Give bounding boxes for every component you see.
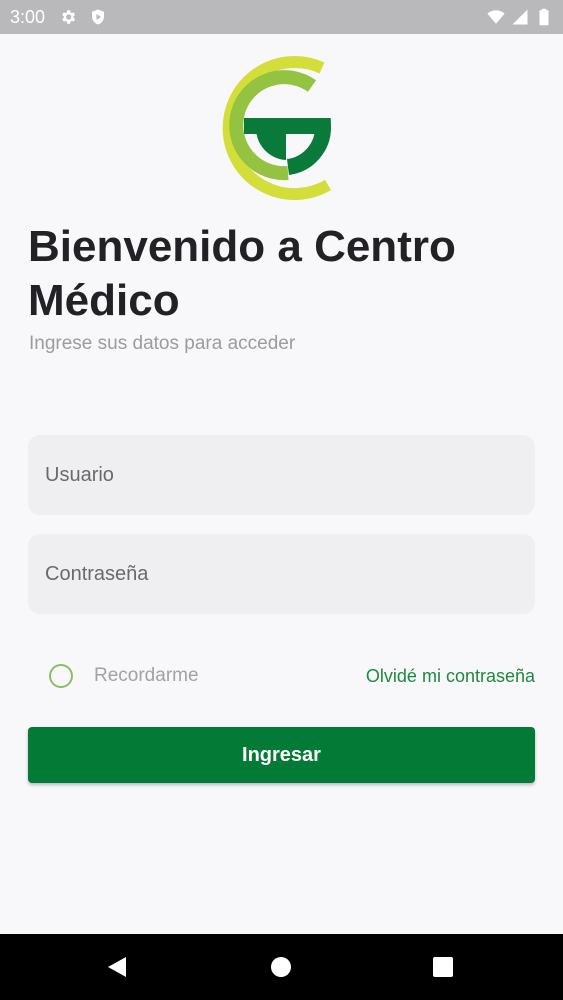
navigation-bar <box>0 934 563 1000</box>
status-right-icons <box>487 8 553 26</box>
username-input[interactable] <box>45 463 535 487</box>
gear-icon <box>59 8 77 26</box>
wifi-icon <box>487 8 505 26</box>
remember-radio[interactable] <box>49 664 73 688</box>
back-icon[interactable] <box>104 954 130 980</box>
status-bar: 3:00 <box>0 0 563 34</box>
welcome-title: Bienvenido a Centro Médico <box>28 222 456 325</box>
username-field[interactable] <box>28 435 535 515</box>
shield-icon <box>89 8 107 26</box>
password-input[interactable] <box>45 562 535 586</box>
status-left-icons <box>59 8 107 26</box>
home-icon[interactable] <box>268 954 294 980</box>
status-time: 3:00 <box>10 6 46 27</box>
battery-icon <box>535 8 553 26</box>
centro-medico-logo <box>208 52 332 200</box>
recents-icon[interactable] <box>430 954 456 980</box>
password-field[interactable] <box>28 534 535 614</box>
welcome-subtitle: Ingrese sus datos para acceder <box>29 333 296 354</box>
forgot-password-link[interactable]: Olvidé mi contraseña <box>366 666 535 687</box>
remember-label[interactable]: Recordarme <box>94 665 199 687</box>
login-button[interactable]: Ingresar <box>28 727 535 783</box>
signal-icon <box>511 8 529 26</box>
remember-row: Recordarme Olvidé mi contraseña <box>28 656 535 696</box>
